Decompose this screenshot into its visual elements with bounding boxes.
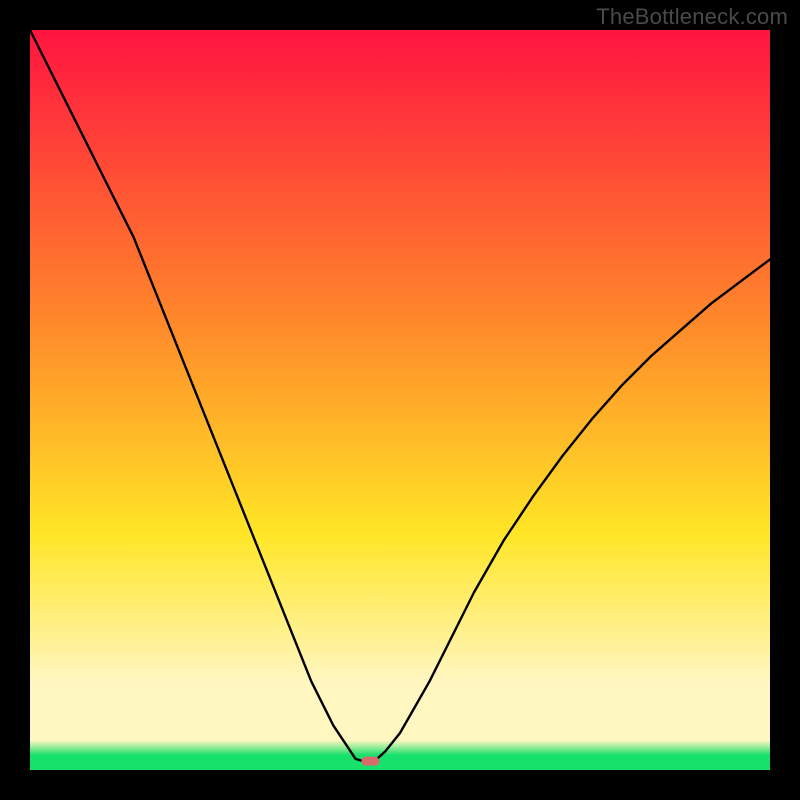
optimum-marker [361,757,379,766]
gradient-background [30,30,770,770]
plot-area [30,30,770,770]
chart-svg [30,30,770,770]
chart-frame: TheBottleneck.com [0,0,800,800]
watermark-text: TheBottleneck.com [596,4,788,30]
